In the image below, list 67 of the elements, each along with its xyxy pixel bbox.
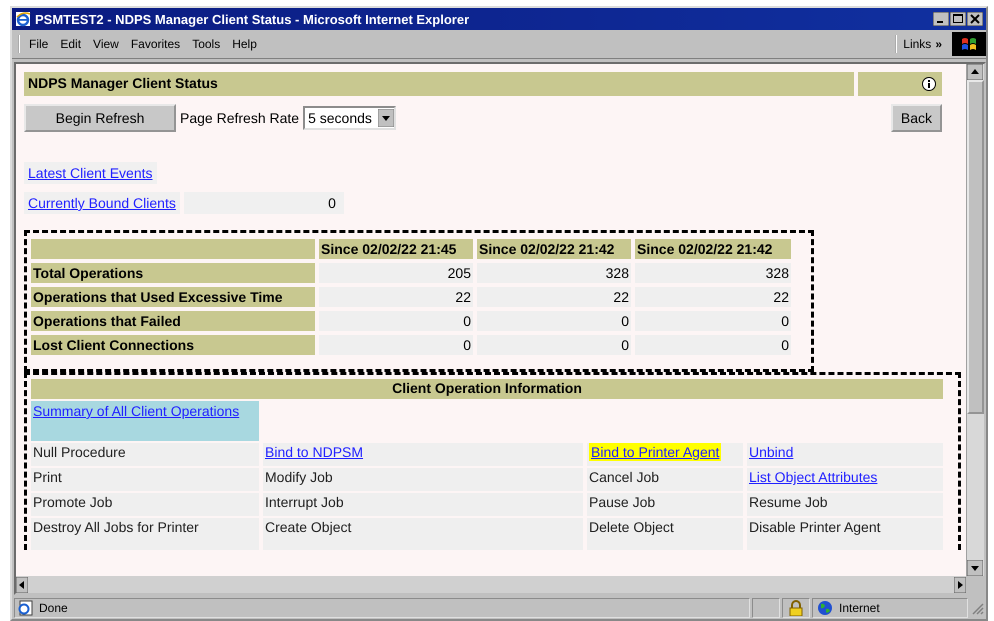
close-icon[interactable] (967, 12, 983, 26)
menu-item[interactable]: Tools (187, 35, 226, 53)
table-cell: 205 (319, 263, 473, 283)
table-cell: 0 (477, 311, 631, 331)
operation-link[interactable]: Bind to Printer Agent (589, 443, 722, 461)
scroll-right-icon (954, 576, 966, 592)
operation-label: Cancel Job (589, 469, 660, 485)
operation-label: Disable Printer Agent (749, 519, 881, 535)
window-title: PSMTEST2 - NDPS Manager Client Status - Microsoft Internet Explorer (35, 12, 470, 26)
column-header: Since 02/02/22 21:42 (635, 239, 791, 259)
table-cell: 0 (319, 311, 473, 331)
section-header: Client Operation Information (31, 379, 943, 399)
lock-icon (789, 600, 803, 616)
resize-grip-icon (970, 601, 984, 615)
operation-label: Modify Job (265, 469, 333, 485)
table-cell: 22 (319, 287, 473, 307)
begin-refresh-button[interactable]: Begin Refresh (24, 104, 176, 132)
table-cell: 0 (477, 335, 631, 355)
page-title: NDPS Manager Client Status (24, 72, 854, 96)
count-cell: 0 (184, 192, 344, 214)
operation-label: Pause Job (589, 494, 656, 510)
browser-logo-icon (15, 11, 31, 27)
dropdown-arrow-icon (378, 109, 394, 127)
refresh-rate-dropdown[interactable]: 5 seconds (303, 106, 396, 130)
scroll-down-icon (967, 560, 983, 576)
table-cell: 22 (635, 287, 791, 307)
status-text: Done (39, 601, 68, 615)
operation-label: Interrupt Job (265, 494, 344, 510)
column-header: Since 02/02/22 21:42 (477, 239, 631, 259)
menu-item[interactable]: Help (227, 35, 262, 53)
operation-label: Null Procedure (33, 444, 126, 460)
links-menu[interactable]: Links » (895, 35, 948, 53)
operation-label: Destroy All Jobs for Printer (33, 519, 199, 535)
table-cell: 328 (477, 263, 631, 283)
table-cell: 22 (477, 287, 631, 307)
table-cell: 0 (319, 335, 473, 355)
throbber-logo-icon (952, 32, 986, 56)
refresh-rate-label: Page Refresh Rate (180, 110, 300, 126)
operation-label: Delete Object (589, 519, 674, 535)
summary-link[interactable]: Summary of All Client Operations (33, 403, 240, 419)
table-cell: 0 (635, 335, 791, 355)
row-header: Operations that Used Excessive Time (31, 287, 315, 307)
menu-item[interactable]: Favorites (126, 35, 186, 53)
operation-link[interactable]: Unbind (749, 444, 794, 460)
back-button[interactable]: Back (890, 104, 942, 132)
operation-label: Create Object (265, 519, 352, 535)
info-icon[interactable] (922, 77, 936, 91)
column-header: Since 02/02/22 21:45 (319, 239, 473, 259)
globe-icon (817, 600, 833, 616)
row-header: Lost Client Connections (31, 335, 315, 355)
table-cell: 0 (635, 311, 791, 331)
minimize-icon[interactable] (933, 12, 949, 26)
table-cell: 328 (635, 263, 791, 283)
row-header: Total Operations (31, 263, 315, 283)
menu-item[interactable]: Edit (55, 35, 86, 53)
operation-label: Promote Job (33, 494, 112, 510)
menu-item[interactable]: File (24, 35, 54, 53)
row-header: Operations that Failed (31, 311, 315, 331)
page-link[interactable]: Latest Client Events (28, 165, 153, 181)
page-link[interactable]: Currently Bound Clients (28, 195, 176, 211)
operation-label: Resume Job (749, 494, 828, 510)
menu-item[interactable]: View (88, 35, 124, 53)
maximize-icon[interactable] (950, 12, 966, 26)
status-panel (752, 598, 780, 618)
page-icon (17, 600, 33, 616)
zone-label: Internet (839, 601, 880, 615)
operation-label: Print (33, 469, 62, 485)
